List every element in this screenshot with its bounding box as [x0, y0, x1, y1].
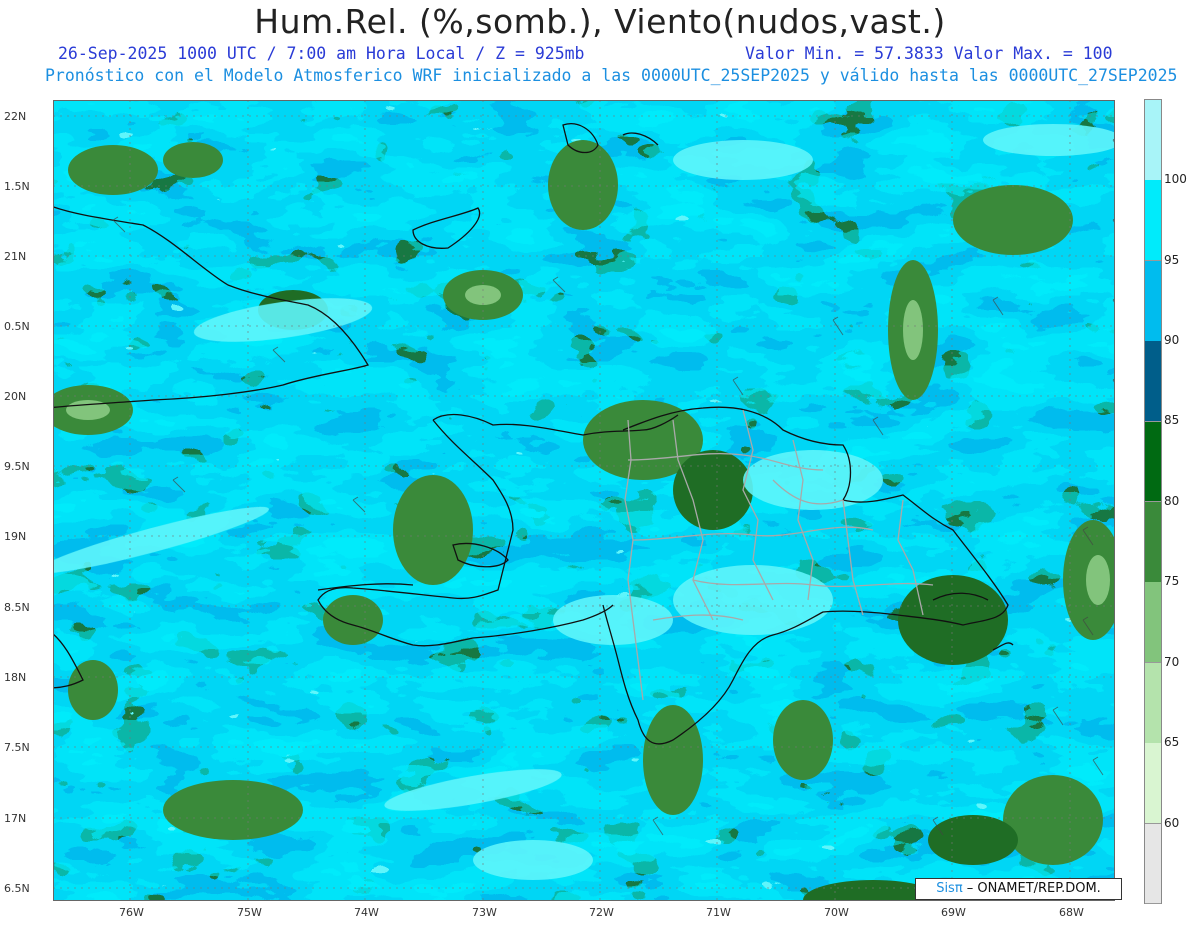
colorbar-label: 65: [1164, 735, 1180, 749]
value-range-line: Valor Min. = 57.3833 Valor Max. = 100: [745, 44, 1113, 63]
lat-tick: 9.5N: [4, 460, 30, 473]
credit-text: – ONAMET/REP.DOM.: [962, 881, 1101, 896]
lat-tick: 8.5N: [4, 601, 30, 614]
lon-tick: 76W: [119, 906, 144, 919]
colorbar-segment: [1145, 743, 1161, 825]
colorbar-segment: [1145, 502, 1161, 583]
colorbar-label: 75: [1164, 574, 1180, 588]
lon-tick: 74W: [354, 906, 379, 919]
colorbar-label: 100: [1164, 172, 1187, 186]
model-info-line: Pronóstico con el Modelo Atmosferico WRF…: [45, 66, 1178, 85]
colorbar-segment: [1145, 662, 1161, 744]
colorbar-segment: [1145, 260, 1161, 342]
colorbar-label: 90: [1164, 333, 1180, 347]
lat-tick: 18N: [4, 671, 27, 684]
colorbar-segment: [1145, 582, 1161, 664]
lon-tick: 69W: [941, 906, 966, 919]
colorbar-label: 95: [1164, 253, 1180, 267]
lat-tick: 1.5N: [4, 180, 30, 193]
lat-tick: 19N: [4, 530, 27, 543]
sispi-logo-text: Sisπ: [936, 881, 963, 896]
colorbar-segment: [1145, 823, 1161, 905]
lon-tick: 73W: [472, 906, 497, 919]
lon-tick: 72W: [589, 906, 614, 919]
lat-tick: 20N: [4, 390, 27, 403]
lon-tick: 71W: [706, 906, 731, 919]
map-title: Hum.Rel. (%,somb.), Viento(nudos,vast.): [254, 2, 946, 41]
colorbar-label: 85: [1164, 413, 1180, 427]
colorbar-label: 60: [1164, 816, 1180, 830]
map-frame: [53, 100, 1115, 901]
lon-tick: 75W: [237, 906, 262, 919]
lat-tick: 21N: [4, 250, 27, 263]
lat-tick: 0.5N: [4, 320, 30, 333]
lat-tick: 22N: [4, 110, 27, 123]
colorbar-segment: [1145, 100, 1161, 181]
colorbar-segment: [1145, 421, 1161, 503]
valid-time-line: 26-Sep-2025 1000 UTC / 7:00 am Hora Loca…: [58, 44, 585, 63]
lon-tick: 70W: [824, 906, 849, 919]
lat-tick: 6.5N: [4, 882, 30, 895]
lon-tick: 68W: [1059, 906, 1084, 919]
lat-tick: 7.5N: [4, 741, 30, 754]
lat-tick: 17N: [4, 812, 27, 825]
colorbar-label: 70: [1164, 655, 1180, 669]
credit-box: Sisπ – ONAMET/REP.DOM.: [915, 878, 1122, 900]
colorbar: [1144, 99, 1162, 905]
colorbar-segment: [1145, 341, 1161, 423]
colorbar-label: 80: [1164, 494, 1180, 508]
colorbar-segment: [1145, 180, 1161, 262]
